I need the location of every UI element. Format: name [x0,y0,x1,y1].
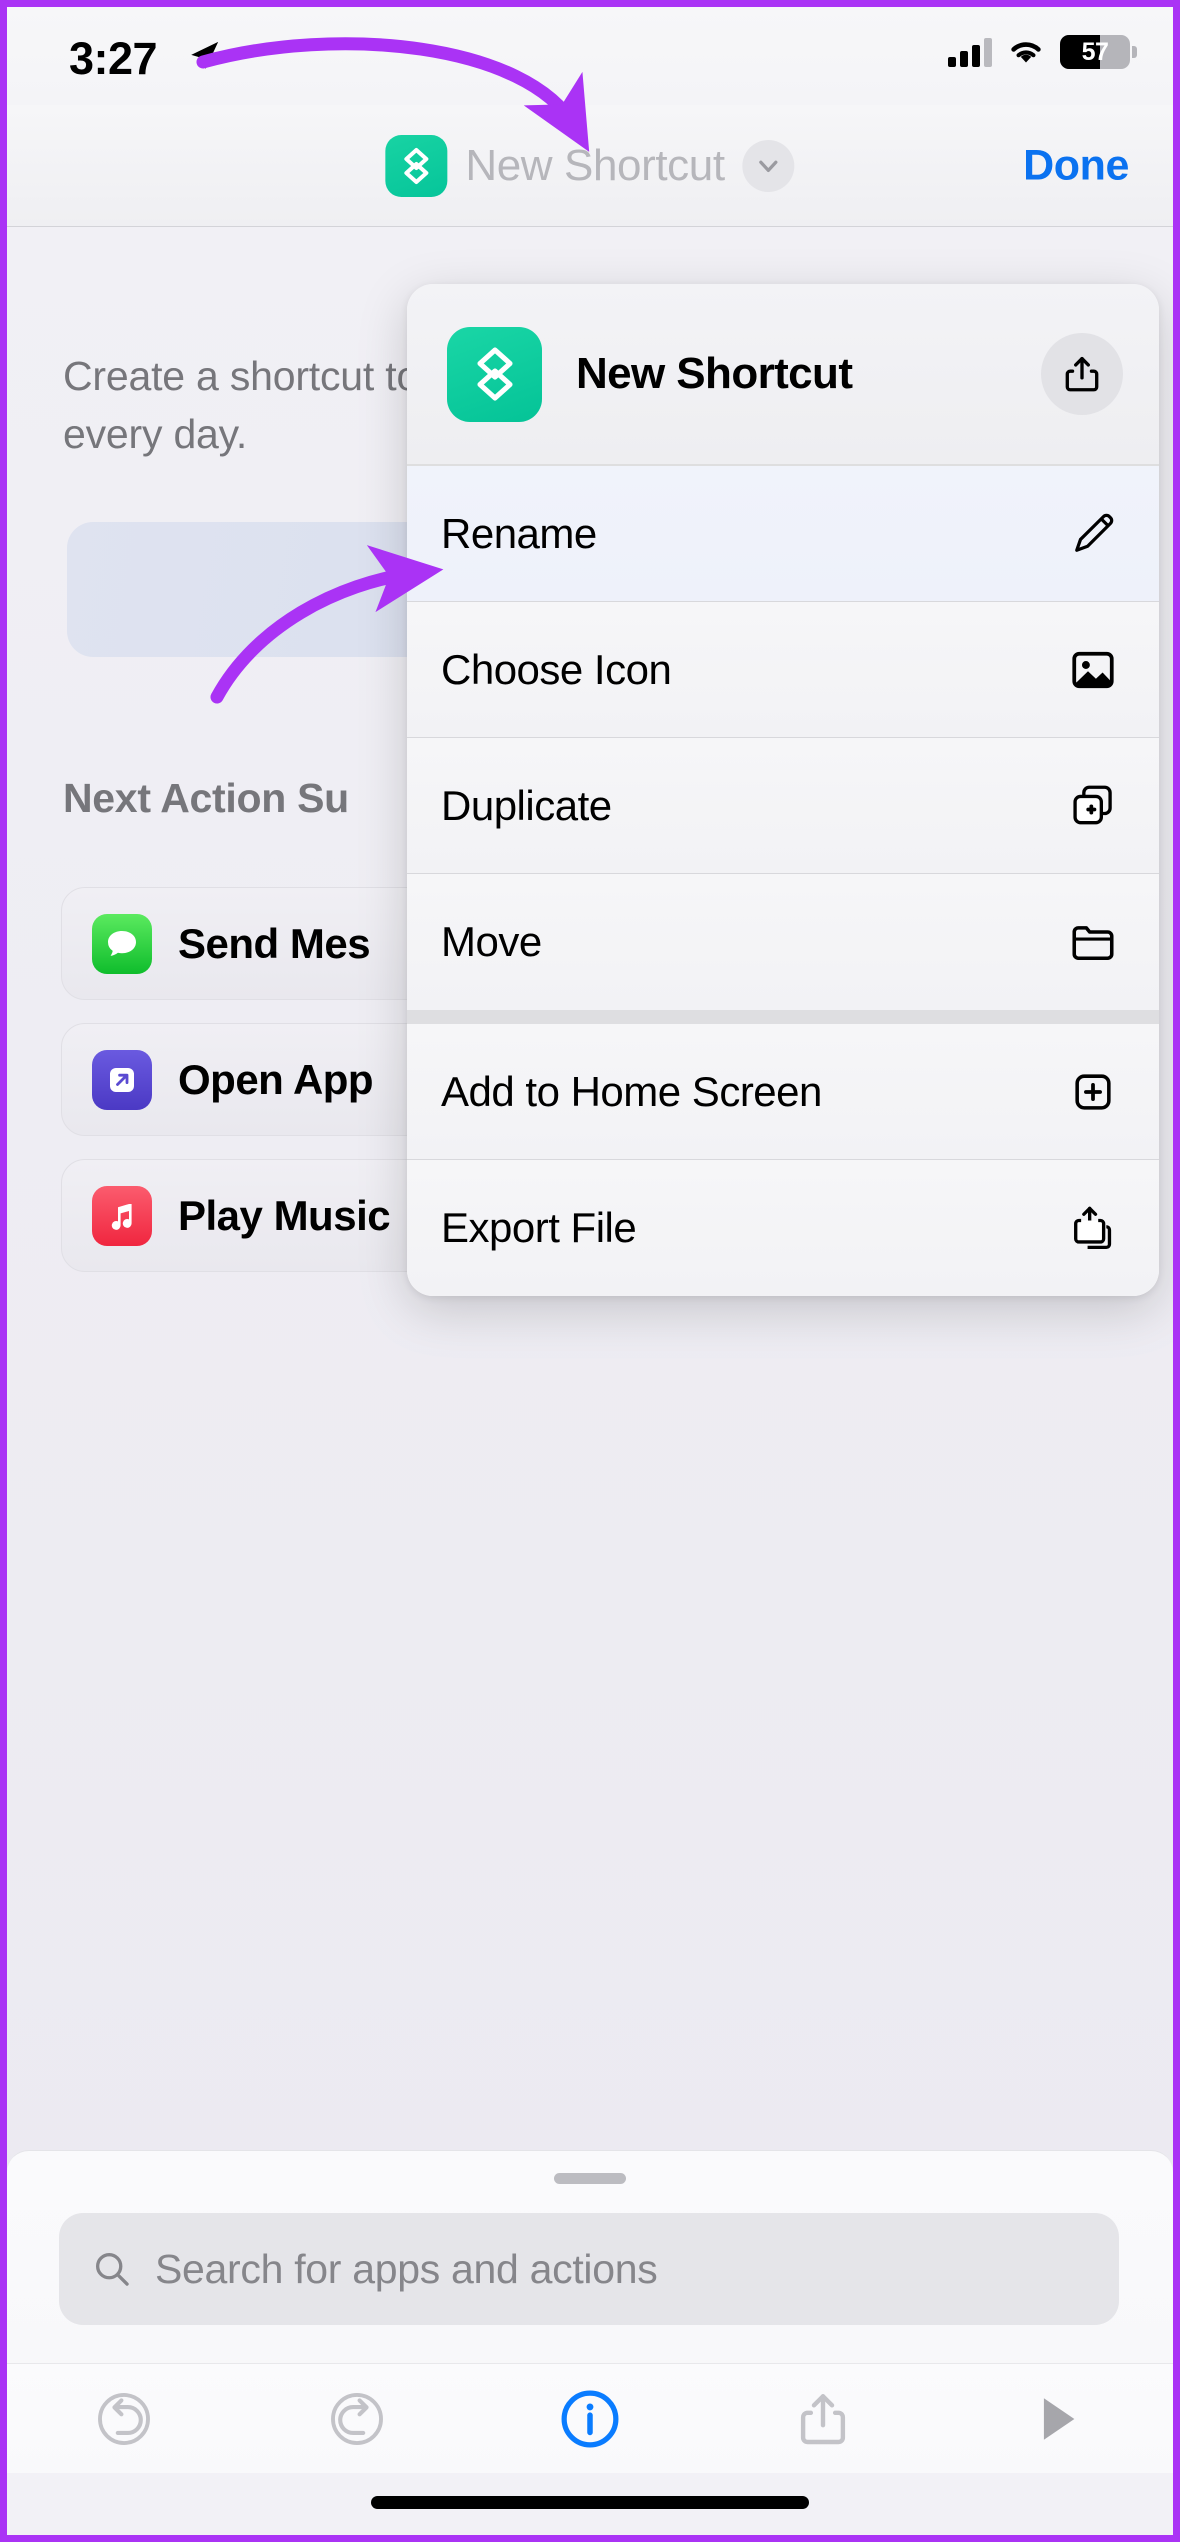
status-bar-indicators: 57 [948,35,1137,69]
wifi-icon [1011,42,1041,63]
undo-button[interactable] [7,2388,240,2450]
battery-indicator: 57 [1060,35,1130,69]
navigation-bar: New Shortcut Done [7,105,1173,227]
phone-screenshot-frame: 3:27 57 New Shortcut Done Create a short… [0,0,1180,2542]
menu-item-label: Add to Home Screen [441,1067,822,1115]
battery-nub-icon [1132,46,1137,58]
open-app-icon [92,1049,152,1110]
context-menu-header: New Shortcut [407,284,1159,466]
menu-item-label: Choose Icon [441,645,672,693]
search-placeholder: Search for apps and actions [155,2245,658,2292]
shortcut-title-button[interactable]: New Shortcut [385,134,795,197]
menu-item-label: Rename [441,509,597,557]
info-button[interactable] [473,2386,706,2452]
menu-item-choose-icon[interactable]: Choose Icon [407,602,1159,738]
export-icon [1065,1200,1121,1256]
action-library-sheet: Search for apps and actions [7,2150,1173,2385]
suggested-action-label: Play Music [178,1191,391,1239]
chevron-down-icon[interactable] [742,139,795,192]
redo-button[interactable] [240,2388,473,2450]
duplicate-icon [1065,778,1121,834]
music-icon [92,1185,152,1246]
status-bar-time: 3:27 [69,33,158,84]
search-icon [95,2252,129,2286]
menu-item-add-to-home-screen[interactable]: Add to Home Screen [407,1024,1159,1160]
done-button[interactable]: Done [1023,141,1129,190]
pencil-icon [1065,506,1121,562]
search-input[interactable]: Search for apps and actions [59,2213,1119,2325]
context-menu-title: New Shortcut [576,349,853,398]
context-menu-group-2: Add to Home Screen Export File [407,1024,1159,1296]
suggested-action-label: Send Mes [178,919,371,967]
photo-icon [1065,642,1121,698]
shortcut-glyph-icon [385,134,448,197]
menu-item-rename[interactable]: Rename [407,466,1159,602]
context-menu-group-1: Rename Choose Icon Duplicate Move [407,466,1159,1010]
home-indicator [371,2496,809,2509]
shortcut-context-menu: New Shortcut Rename Choose Icon Duplicat… [407,284,1159,1296]
cellular-signal-icon [948,37,992,67]
menu-item-duplicate[interactable]: Duplicate [407,738,1159,874]
menu-item-label: Move [441,918,542,965]
sheet-grabber[interactable] [554,2173,626,2184]
shortcut-glyph-icon [447,326,542,422]
editor-toolbar [7,2363,1173,2473]
battery-percent-label: 57 [1081,37,1109,66]
menu-item-label: Export File [441,1204,637,1251]
nav-shortcut-name: New Shortcut [465,140,725,190]
menu-section-divider [407,1010,1159,1024]
suggested-action-label: Open App [178,1055,374,1103]
next-action-suggestions-title: Next Action Su [63,775,349,821]
menu-item-move[interactable]: Move [407,874,1159,1010]
status-bar: 3:27 57 [7,7,1173,105]
menu-item-export-file[interactable]: Export File [407,1160,1159,1296]
folder-icon [1065,914,1121,970]
menu-item-label: Duplicate [441,781,612,829]
play-button[interactable] [940,2390,1173,2448]
share-button[interactable] [707,2388,940,2450]
share-icon[interactable] [1041,333,1123,415]
location-arrow-icon [191,41,219,69]
messages-icon [92,913,152,974]
plus-square-icon [1065,1064,1121,1120]
